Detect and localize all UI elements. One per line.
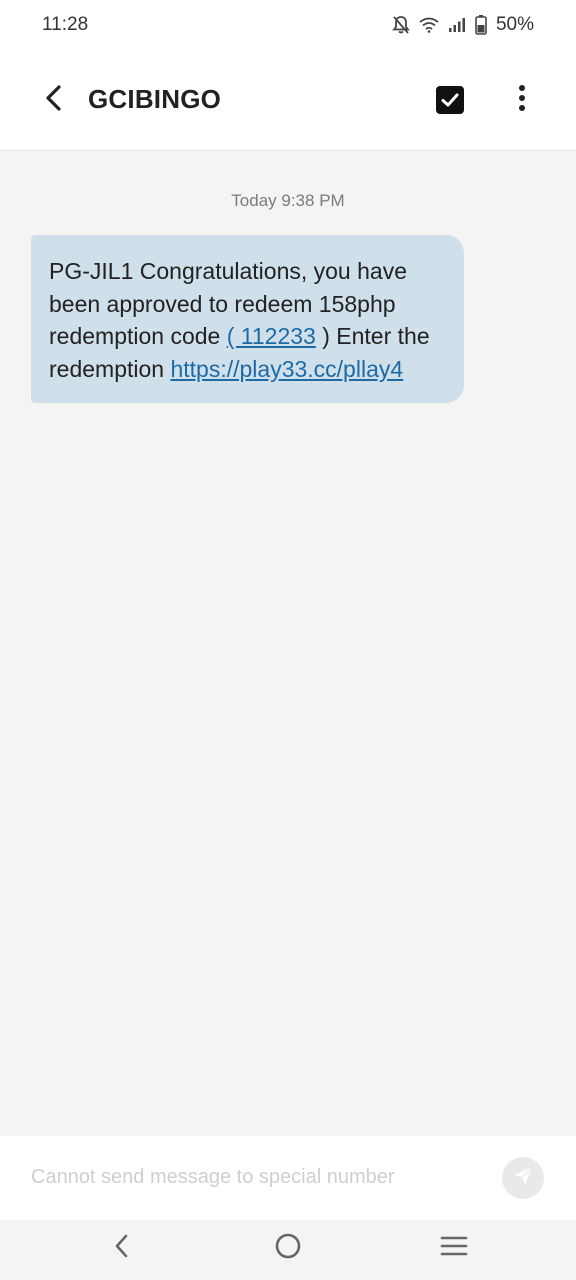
send-icon (512, 1165, 534, 1192)
message-composer: Cannot send message to special number (0, 1136, 576, 1220)
nav-back-button[interactable] (102, 1232, 142, 1264)
redemption-url-link[interactable]: https://play33.cc/pllay4 (170, 356, 403, 382)
nav-back-icon (114, 1233, 130, 1264)
nav-home-button[interactable] (268, 1232, 308, 1264)
nav-recents-icon (440, 1235, 468, 1262)
mute-bell-icon (392, 15, 410, 35)
status-icons: 50% (392, 14, 534, 36)
redemption-code-link[interactable]: ( 112233 (227, 323, 316, 349)
message-bubble[interactable]: PG-JIL1 Congratulations, you have been a… (31, 235, 464, 403)
contact-title: GCIBINGO (88, 84, 222, 114)
back-button[interactable] (34, 80, 74, 120)
more-vertical-icon (518, 84, 526, 117)
conversation-header: GCIBINGO (0, 50, 576, 151)
conversation-area[interactable]: Today 9:38 PM PG-JIL1 Congratulations, y… (0, 151, 576, 1136)
system-nav-bar (0, 1220, 576, 1280)
signal-icon (448, 17, 466, 33)
select-messages-button[interactable] (434, 84, 466, 116)
battery-percent: 50% (495, 14, 534, 35)
more-options-button[interactable] (506, 80, 538, 120)
checkbox-icon (434, 86, 466, 120)
nav-home-icon (274, 1232, 302, 1265)
wifi-icon (419, 17, 439, 33)
message-input-disabled: Cannot send message to special number (31, 1166, 395, 1188)
nav-recents-button[interactable] (434, 1232, 474, 1264)
status-time: 11:28 (42, 14, 89, 35)
battery-icon (475, 15, 487, 35)
back-arrow-icon (43, 84, 65, 117)
status-bar: 11:28 50% (0, 0, 576, 50)
send-button (502, 1157, 544, 1199)
message-timestamp: Today 9:38 PM (231, 191, 345, 210)
